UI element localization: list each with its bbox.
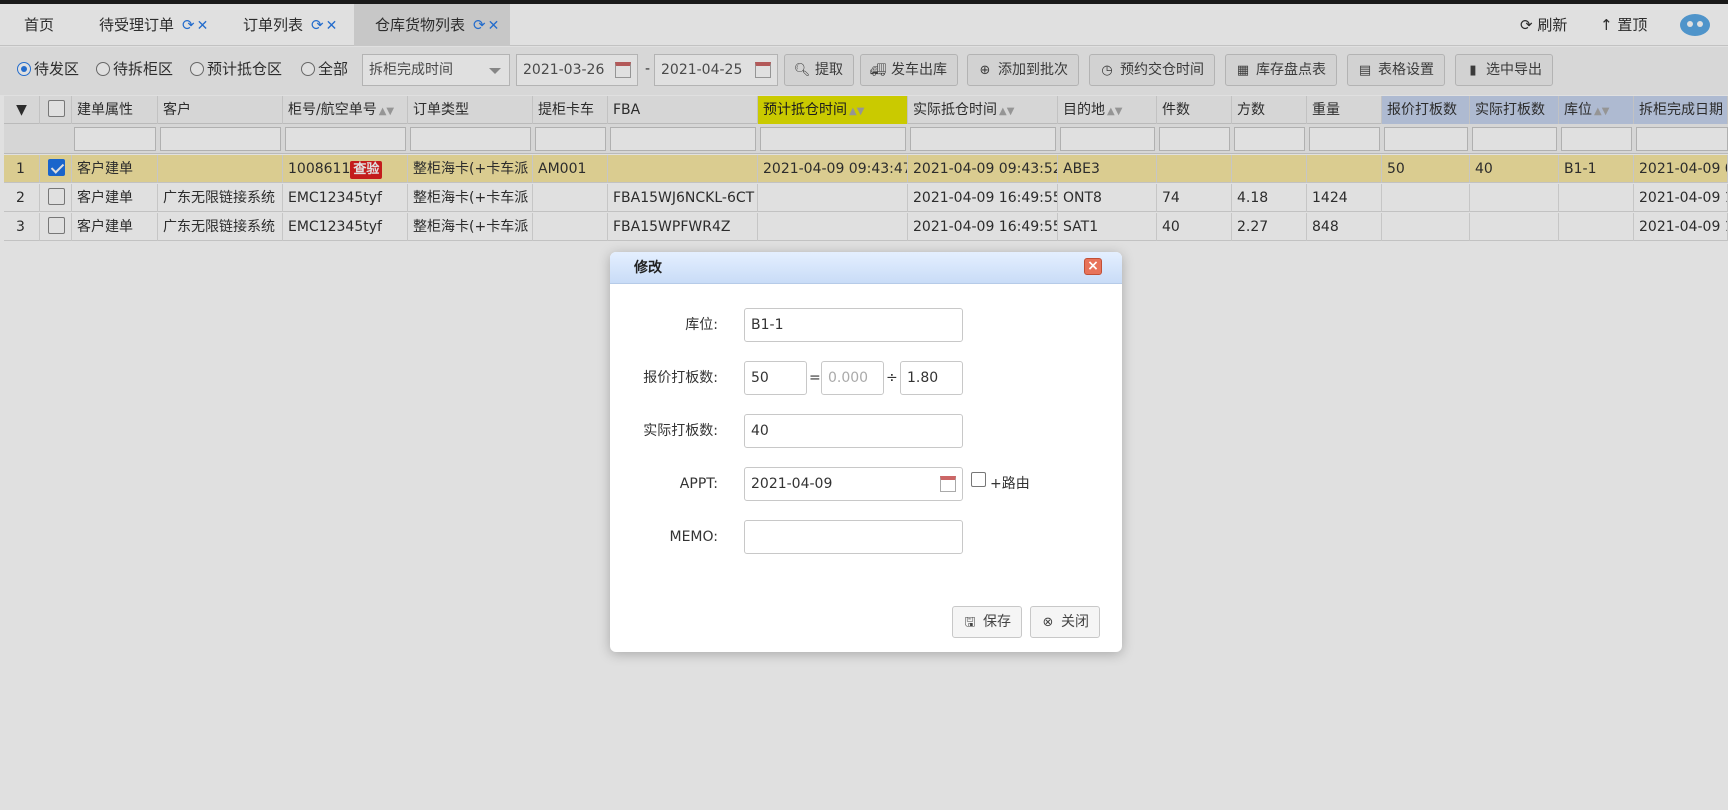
quote-pallets-label: 报价打板数:	[643, 370, 718, 386]
dialog-title: 修改	[634, 260, 662, 276]
memo-input[interactable]	[744, 520, 963, 554]
appt-date-input[interactable]: 2021-04-09	[744, 467, 963, 501]
close-circle-icon: ⊗	[1042, 615, 1054, 630]
appt-date-value: 2021-04-09	[751, 476, 833, 492]
calendar-icon[interactable]	[940, 476, 956, 492]
ratio-input[interactable]: 0.000	[821, 361, 884, 395]
close-button[interactable]: ⊗ 关闭	[1030, 606, 1100, 638]
actual-pallets-input[interactable]: 40	[744, 414, 963, 448]
dialog-header: 修改 ×	[610, 252, 1122, 284]
appt-label: APPT:	[679, 476, 718, 492]
save-button[interactable]: 🖫︎ 保存	[952, 606, 1022, 638]
location-input[interactable]: B1-1	[744, 308, 963, 342]
route-label: +路由	[990, 476, 1030, 492]
button-label: 关闭	[1061, 614, 1089, 630]
edit-dialog: 修改 × 库位: B1-1 报价打板数: 50 = 0.000 ÷ 1.80 实…	[610, 252, 1122, 652]
divide-sign: ÷	[886, 370, 898, 386]
save-icon: 🖫︎	[964, 615, 976, 630]
memo-label: MEMO:	[669, 529, 719, 545]
divisor-input[interactable]: 1.80	[900, 361, 963, 395]
button-label: 保存	[983, 614, 1011, 630]
location-label: 库位:	[685, 317, 718, 333]
actual-pallets-label: 实际打板数:	[643, 423, 718, 439]
close-icon[interactable]: ×	[1084, 258, 1102, 275]
equals-sign: =	[809, 370, 821, 386]
route-checkbox[interactable]	[971, 472, 986, 487]
quote-pallets-input[interactable]: 50	[744, 361, 807, 395]
